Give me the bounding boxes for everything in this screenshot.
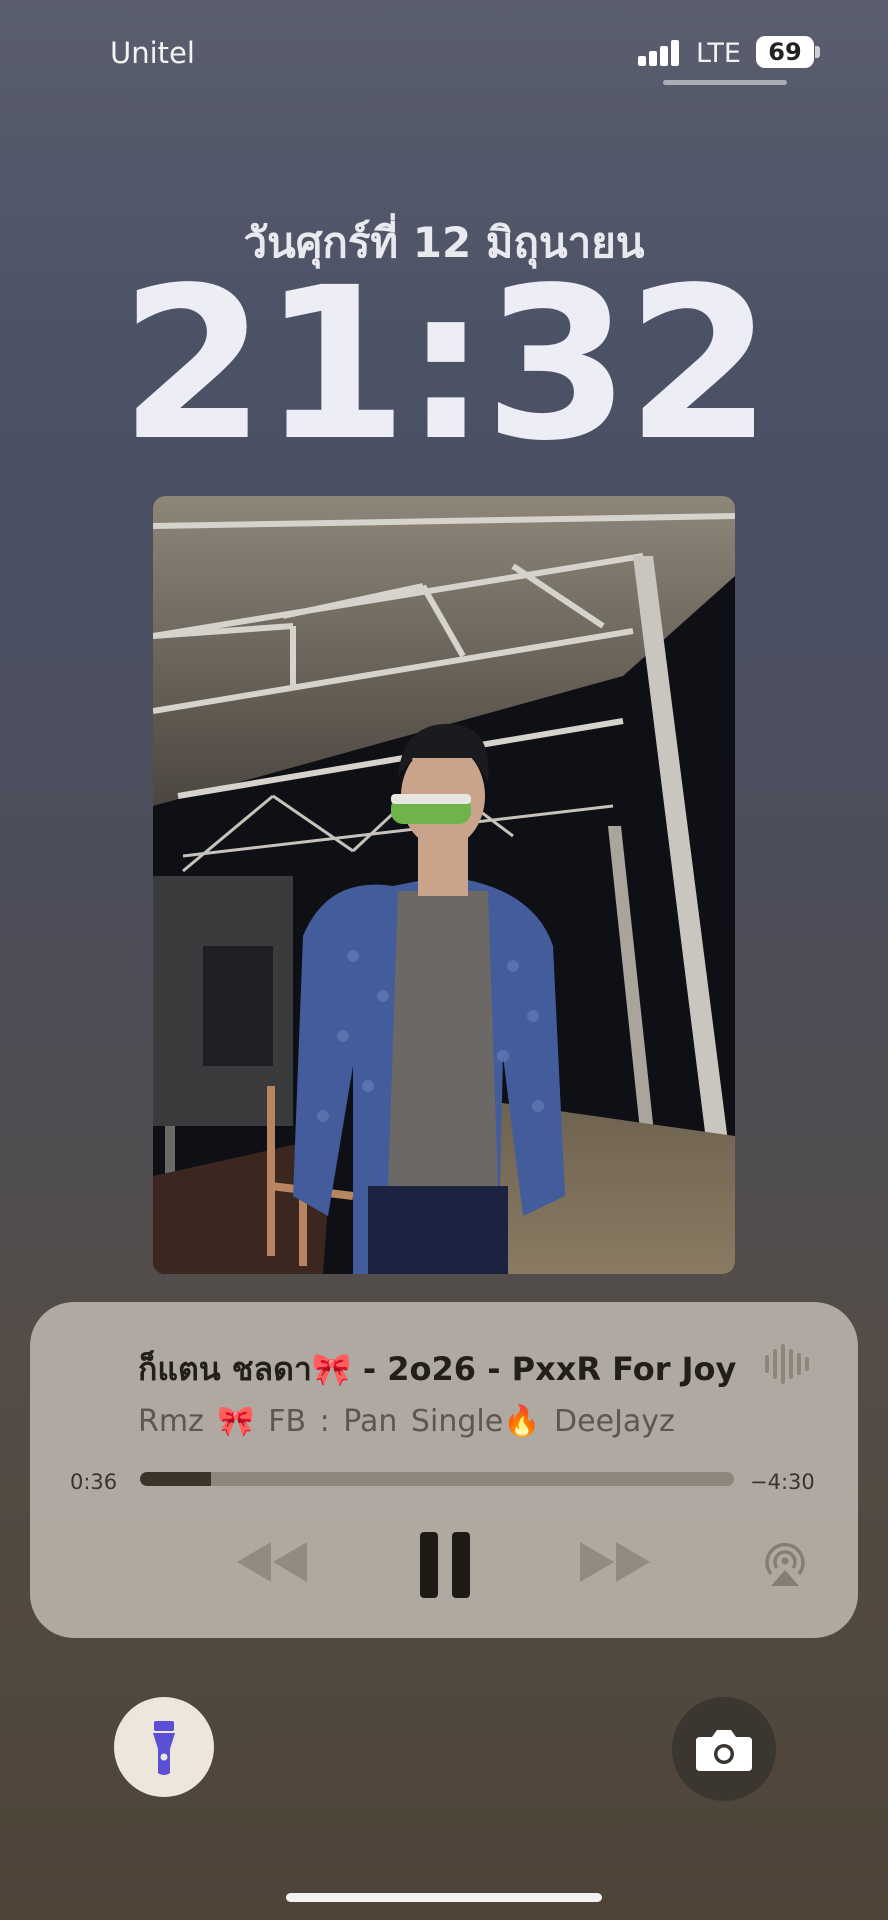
- rewind-icon[interactable]: [233, 1538, 309, 1586]
- flashlight-button[interactable]: [114, 1697, 214, 1797]
- wallpaper-photo: [153, 496, 735, 1274]
- flashlight-icon: [153, 1721, 175, 1775]
- audio-waveform-icon: [765, 1344, 815, 1384]
- network-type: LTE: [696, 38, 741, 69]
- song-artist: Rmz 🎀 FB : Pan Single🔥 DeeJayz: [138, 1404, 675, 1439]
- photo-illustration: [153, 496, 735, 1274]
- notification-pill[interactable]: [663, 80, 787, 85]
- playback-scrubber[interactable]: [140, 1472, 734, 1486]
- battery-tip-icon: [815, 46, 820, 58]
- carrier-name: Unitel: [110, 36, 195, 70]
- airplay-icon[interactable]: [761, 1538, 809, 1588]
- pause-icon[interactable]: [418, 1530, 474, 1600]
- playback-progress-fill: [140, 1472, 212, 1486]
- camera-button[interactable]: [672, 1697, 776, 1801]
- home-indicator[interactable]: [286, 1893, 602, 1902]
- song-title: ก็แตน ชลดา🎀 - 2o26 - PxxR For Joy: [138, 1350, 737, 1388]
- remaining-time: −4:30: [750, 1470, 815, 1494]
- elapsed-time: 0:36: [70, 1470, 118, 1494]
- battery-level: 69: [756, 36, 814, 68]
- lock-clock: 21:32: [119, 242, 772, 487]
- cellular-signal-icon: [638, 40, 686, 66]
- now-playing-widget[interactable]: ก็แตน ชลดา🎀 - 2o26 - PxxR For Joy Rmz 🎀 …: [30, 1302, 858, 1638]
- camera-icon: [696, 1730, 752, 1771]
- fast-forward-icon[interactable]: [578, 1538, 654, 1586]
